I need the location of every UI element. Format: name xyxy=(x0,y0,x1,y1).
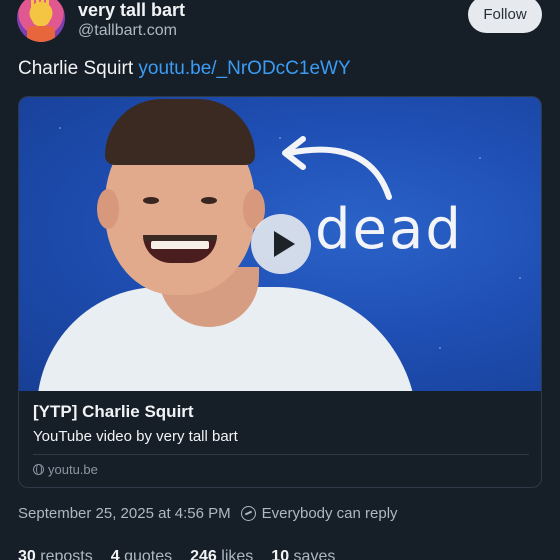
quotes-label: quotes xyxy=(124,548,173,560)
avatar-face xyxy=(32,8,50,26)
thumbnail-person-eye xyxy=(201,197,217,204)
embed-divider xyxy=(33,454,529,455)
post-text: Charlie Squirt youtu.be/_NrODcC1eWY xyxy=(18,58,351,80)
embed-domain: youtu.be xyxy=(33,462,98,477)
thumbnail-person-hair xyxy=(105,99,255,165)
link-embed-card[interactable]: dead [YTP] Charlie Squirt YouTube video … xyxy=(18,96,542,488)
saves-count: 10 xyxy=(271,548,290,560)
quotes-count: 4 xyxy=(110,548,120,560)
author-handle[interactable]: @tallbart.com xyxy=(78,22,177,40)
thumbnail-person-teeth xyxy=(151,241,209,249)
post-meta: September 25, 2025 at 4:56 PM Everybody … xyxy=(18,505,398,522)
post-header: very tall bart @tallbart.com Follow xyxy=(0,0,560,56)
embed-domain-text: youtu.be xyxy=(48,462,98,477)
reply-settings-icon xyxy=(240,506,256,521)
saves-stat[interactable]: 10 saves xyxy=(271,548,335,560)
likes-count: 246 xyxy=(190,548,217,560)
video-thumbnail[interactable]: dead xyxy=(19,97,541,391)
author-display-name[interactable]: very tall bart xyxy=(78,0,185,21)
follow-button[interactable]: Follow xyxy=(468,0,542,33)
reply-setting-text[interactable]: Everybody can reply xyxy=(262,505,398,522)
thumbnail-caption: dead xyxy=(315,197,463,262)
play-icon xyxy=(273,231,295,257)
post-stats: 30 reposts 4 quotes 246 likes 10 saves xyxy=(18,548,335,560)
embed-description: YouTube video by very tall bart xyxy=(33,428,238,445)
likes-stat[interactable]: 246 likes xyxy=(190,548,253,560)
post-link[interactable]: youtu.be/_NrODcC1eWY xyxy=(138,58,350,79)
post-timestamp: September 25, 2025 at 4:56 PM xyxy=(18,505,231,522)
curved-arrow-icon xyxy=(282,136,392,200)
embed-title[interactable]: [YTP] Charlie Squirt xyxy=(33,402,194,422)
reposts-stat[interactable]: 30 reposts xyxy=(18,548,93,560)
likes-label: likes xyxy=(221,548,254,560)
globe-icon xyxy=(33,464,44,475)
post-body-text: Charlie Squirt xyxy=(18,58,139,79)
avatar-shirt xyxy=(27,26,55,42)
thumbnail-person-ear xyxy=(97,189,119,229)
avatar[interactable] xyxy=(17,0,65,42)
saves-label: saves xyxy=(293,548,336,560)
thumbnail-person-eye xyxy=(143,197,159,204)
quotes-stat[interactable]: 4 quotes xyxy=(111,548,172,560)
play-button[interactable] xyxy=(251,214,311,274)
reposts-label: reposts xyxy=(40,548,93,560)
reposts-count: 30 xyxy=(18,548,36,560)
